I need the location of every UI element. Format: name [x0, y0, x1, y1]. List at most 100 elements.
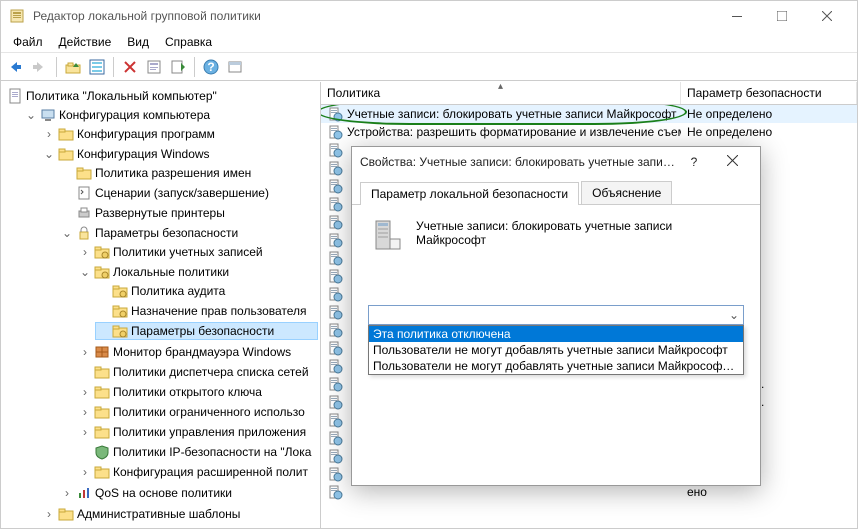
column-header-policy[interactable]: ▴ Политика [321, 82, 681, 104]
column-header-security[interactable]: Параметр безопасности [681, 82, 857, 104]
forward-button[interactable] [29, 56, 51, 78]
minimize-button[interactable] [714, 1, 759, 31]
policy-item-icon [327, 106, 343, 122]
policy-item-icon [327, 484, 343, 500]
menu-action[interactable]: Действие [51, 33, 120, 51]
dialog-close-button[interactable] [712, 155, 752, 169]
menu-view[interactable]: Вид [119, 33, 157, 51]
toolbar-separator [56, 57, 57, 77]
tree-advanced-audit[interactable]: › Конфигурация расширенной полит [77, 463, 318, 481]
tree-firewall[interactable]: ›Монитор брандмауэра Windows [77, 343, 318, 361]
tree-local-policies[interactable]: ⌄Локальные политики [77, 263, 318, 281]
collapse-icon[interactable]: ⌄ [25, 108, 37, 122]
tree-root[interactable]: Политика "Локальный компьютер" [5, 87, 318, 105]
tree-account-policies[interactable]: ›Политики учетных записей [77, 243, 318, 261]
tree-label: Сценарии (запуск/завершение) [95, 186, 269, 200]
tab-label: Параметр локальной безопасности [371, 187, 568, 201]
policy-tree[interactable]: Политика "Локальный компьютер" ⌄ Конфигу… [3, 86, 318, 526]
collapse-icon[interactable]: ⌄ [43, 147, 55, 161]
tree-label: Конфигурация расширенной полит [113, 465, 308, 479]
maximize-button[interactable] [759, 1, 804, 31]
tree-windows-config[interactable]: ⌄Конфигурация Windows [41, 145, 318, 163]
dialog-heading: Учетные записи: блокировать учетные запи… [416, 217, 744, 247]
close-button[interactable] [804, 1, 849, 31]
combobox-option[interactable]: Пользователи не могут добавлять учетные … [369, 342, 743, 358]
column-label: Политика [327, 86, 380, 100]
folder-lock-icon [112, 303, 128, 319]
policy-item-icon [327, 268, 343, 284]
folder-lock-icon [112, 283, 128, 299]
tree-computer-config[interactable]: ⌄ Конфигурация компьютера [23, 106, 318, 124]
collapse-icon[interactable]: ⌄ [79, 265, 91, 279]
tree-label: Политика "Локальный компьютер" [26, 89, 217, 103]
up-button[interactable] [62, 56, 84, 78]
tree-label: Политики ограниченного использо [113, 405, 305, 419]
tree-pane[interactable]: Политика "Локальный компьютер" ⌄ Конфигу… [1, 82, 321, 528]
help-button[interactable]: ? [200, 56, 222, 78]
tree-scripts[interactable]: Сценарии (запуск/завершение) [59, 184, 318, 202]
expand-icon[interactable]: › [61, 486, 73, 500]
tab-local-security[interactable]: Параметр локальной безопасности [360, 182, 579, 205]
expand-icon[interactable]: › [43, 127, 55, 141]
properties-button[interactable] [143, 56, 165, 78]
policy-combobox-wrapper: ⌄ Эта политика отключенаПользователи не … [368, 305, 744, 375]
folder-icon [94, 424, 110, 440]
tree-label: Политики IP-безопасности на "Лока [113, 445, 311, 459]
tree-security-settings[interactable]: ⌄Параметры безопасности [59, 224, 318, 242]
back-button[interactable] [5, 56, 27, 78]
dialog-help-button[interactable]: ? [676, 155, 712, 169]
policy-value: Не определено [681, 125, 857, 139]
dialog-heading-row: Учетные записи: блокировать учетные запи… [368, 217, 744, 253]
collapse-icon[interactable]: ⌄ [61, 226, 73, 240]
tree-qos[interactable]: ›QoS на основе политики [59, 484, 318, 502]
menu-help[interactable]: Справка [157, 33, 220, 51]
shield-icon [94, 444, 110, 460]
list-button[interactable] [86, 56, 108, 78]
policy-row[interactable]: Устройства: разрешить форматирование и и… [321, 123, 857, 141]
svg-text:?: ? [207, 60, 214, 74]
expand-icon[interactable]: › [43, 507, 55, 521]
policy-item-icon [327, 322, 343, 338]
policy-item-icon [327, 340, 343, 356]
tree-ipsec[interactable]: Политики IP-безопасности на "Лока [77, 443, 318, 461]
folder-icon [58, 146, 74, 162]
folder-lock-icon [94, 264, 110, 280]
expand-icon[interactable]: › [79, 425, 91, 439]
export-button[interactable] [167, 56, 189, 78]
policy-combobox[interactable]: ⌄ [368, 305, 744, 325]
window-button[interactable] [224, 56, 246, 78]
policy-row[interactable]: Учетные записи: блокировать учетные запи… [321, 105, 857, 123]
tree-network-list[interactable]: Политики диспетчера списка сетей [77, 363, 318, 381]
menu-file[interactable]: Файл [5, 33, 51, 51]
policy-item-icon [327, 250, 343, 266]
tree-software[interactable]: ›Конфигурация программ [41, 125, 318, 143]
tree-admin-templates[interactable]: ›Административные шаблоны [41, 505, 318, 523]
policy-item-icon [327, 394, 343, 410]
expand-icon[interactable]: › [79, 385, 91, 399]
combobox-dropdown[interactable]: Эта политика отключенаПользователи не мо… [368, 325, 744, 375]
combobox-option[interactable]: Пользователи не могут добавлять учетные … [369, 358, 743, 374]
tree-app-control[interactable]: ›Политики управления приложения [77, 423, 318, 441]
tree-user-rights[interactable]: Назначение прав пользователя [95, 302, 318, 320]
script-icon [76, 185, 92, 201]
tree-public-key[interactable]: ›Политики открытого ключа [77, 383, 318, 401]
delete-button[interactable] [119, 56, 141, 78]
policy-item-icon [327, 196, 343, 212]
tree-audit-policy[interactable]: Политика аудита [95, 282, 318, 300]
tree-name-resolution[interactable]: Политика разрешения имен [59, 164, 318, 182]
combobox-option[interactable]: Эта политика отключена [369, 326, 743, 342]
printer-icon [76, 205, 92, 221]
document-icon [7, 88, 23, 104]
app-icon [9, 8, 25, 24]
tree-software-restriction[interactable]: › Политики ограниченного использо [77, 403, 318, 421]
expand-icon[interactable]: › [79, 245, 91, 259]
tree-label: Политики диспетчера списка сетей [113, 365, 309, 379]
tree-security-options[interactable]: Параметры безопасности [95, 322, 318, 340]
tree-printers[interactable]: Развернутые принтеры [59, 204, 318, 222]
folder-icon [94, 384, 110, 400]
expand-icon[interactable]: › [79, 465, 91, 479]
expand-icon[interactable]: › [79, 345, 91, 359]
policy-value: Не определено [681, 107, 857, 121]
tab-explanation[interactable]: Объяснение [581, 181, 672, 204]
expand-icon[interactable]: › [79, 405, 91, 419]
